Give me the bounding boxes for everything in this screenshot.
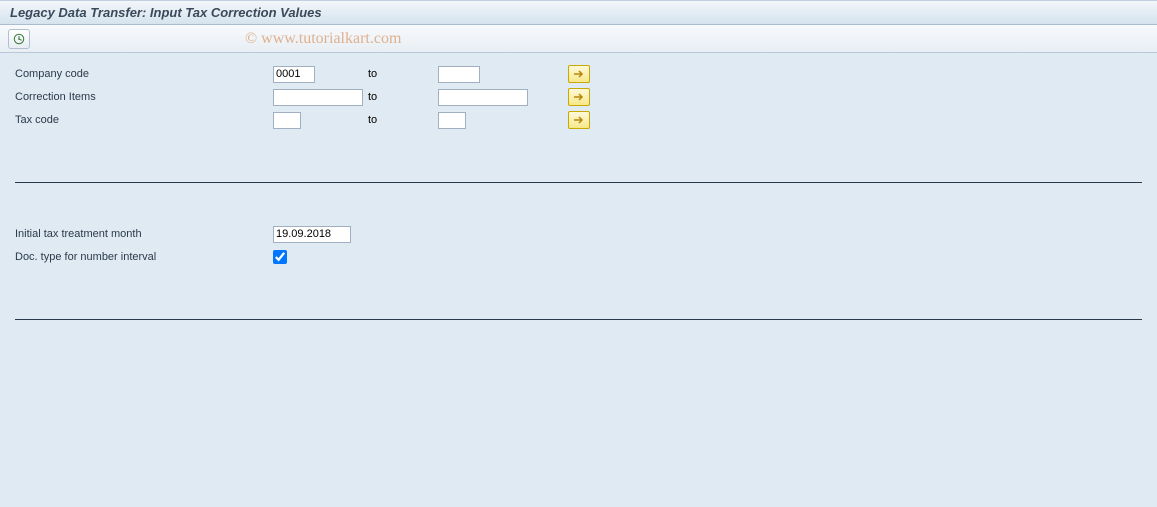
company-code-multiselect-button[interactable]: [568, 65, 590, 83]
correction-items-from-input[interactable]: [273, 89, 363, 106]
execute-button[interactable]: [8, 29, 30, 49]
content-area: Company code to Correction Items to: [0, 53, 1157, 330]
tax-code-from-input[interactable]: [273, 112, 301, 129]
tax-code-multiselect-button[interactable]: [568, 111, 590, 129]
arrow-right-icon: [573, 69, 585, 79]
to-label: to: [368, 68, 377, 80]
company-code-label: Company code: [15, 68, 273, 80]
tax-code-label: Tax code: [15, 114, 273, 126]
row-tax-code: Tax code to: [15, 109, 1142, 131]
row-initial-month: Initial tax treatment month: [15, 223, 1142, 245]
vertical-spacer: [15, 183, 1142, 223]
arrow-right-icon: [573, 115, 585, 125]
correction-items-to-input[interactable]: [438, 89, 528, 106]
to-label: to: [368, 91, 377, 103]
row-doc-type: Doc. type for number interval: [15, 246, 1142, 268]
company-code-to-input[interactable]: [438, 66, 480, 83]
initial-month-input[interactable]: [273, 226, 351, 243]
initial-month-label: Initial tax treatment month: [15, 228, 273, 240]
divider: [15, 319, 1142, 320]
execute-icon: [13, 33, 25, 45]
toolbar: [0, 25, 1157, 53]
arrow-right-icon: [573, 92, 585, 102]
doc-type-label: Doc. type for number interval: [15, 251, 273, 263]
page-title: Legacy Data Transfer: Input Tax Correcti…: [10, 5, 322, 20]
correction-items-multiselect-button[interactable]: [568, 88, 590, 106]
title-bar: Legacy Data Transfer: Input Tax Correcti…: [0, 0, 1157, 25]
row-company-code: Company code to: [15, 63, 1142, 85]
to-label: to: [368, 114, 377, 126]
correction-items-label: Correction Items: [15, 91, 273, 103]
doc-type-checkbox[interactable]: [273, 250, 287, 264]
row-correction-items: Correction Items to: [15, 86, 1142, 108]
tax-code-to-input[interactable]: [438, 112, 466, 129]
vertical-spacer: [15, 132, 1142, 182]
vertical-spacer: [15, 269, 1142, 319]
company-code-from-input[interactable]: [273, 66, 315, 83]
